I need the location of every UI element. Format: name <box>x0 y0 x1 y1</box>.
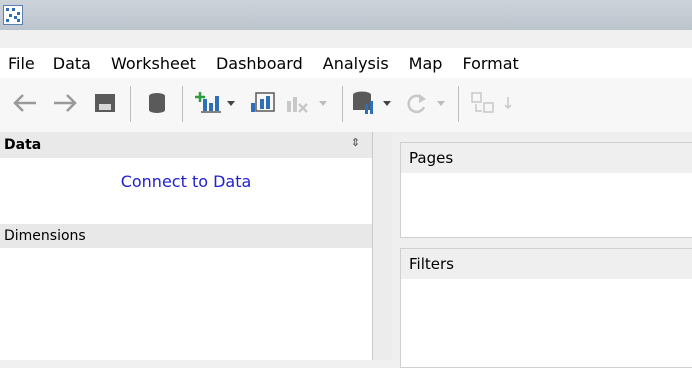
new-dashboard-icon <box>251 92 275 112</box>
app-icon <box>3 5 23 25</box>
menu-dashboard[interactable]: Dashboard <box>216 54 303 73</box>
data-pane-header: Data ⇕ <box>0 132 372 158</box>
menu-data[interactable]: Data <box>53 54 91 73</box>
back-button[interactable] <box>8 88 42 118</box>
dimensions-header: Dimensions <box>0 224 372 248</box>
new-worksheet-button[interactable] <box>192 88 238 118</box>
menu-worksheet[interactable]: Worksheet <box>111 54 196 73</box>
toolbar-separator <box>458 86 459 122</box>
filters-label: Filters <box>409 255 454 273</box>
pages-label: Pages <box>409 149 454 167</box>
down-arrow-icon <box>504 97 512 110</box>
database-icon <box>149 93 165 113</box>
data-source-icon <box>353 91 391 114</box>
clear-sheet-icon <box>287 97 327 113</box>
window-title-bar <box>0 0 692 30</box>
toolbar-separator <box>130 86 131 122</box>
save-button[interactable] <box>90 88 120 118</box>
refresh-icon <box>407 94 445 114</box>
clear-sheet-button[interactable] <box>284 88 330 118</box>
data-pane-title: Data <box>4 137 42 153</box>
forward-arrow-icon <box>54 94 77 112</box>
data-button[interactable] <box>142 88 172 118</box>
toolbar-separator <box>182 86 183 122</box>
connect-to-data-link[interactable]: Connect to Data <box>0 172 372 191</box>
data-source-button[interactable] <box>350 88 396 118</box>
filters-shelf-header: Filters <box>401 249 692 279</box>
forward-button[interactable] <box>48 88 82 118</box>
back-arrow-icon <box>13 94 36 112</box>
new-dashboard-button[interactable] <box>246 88 280 118</box>
menu-map[interactable]: Map <box>409 54 443 73</box>
filters-shelf[interactable]: Filters <box>400 248 692 368</box>
save-icon <box>95 94 115 112</box>
menu-format[interactable]: Format <box>462 54 518 73</box>
new-worksheet-icon <box>195 92 235 113</box>
toolbar-separator <box>342 86 343 122</box>
sort-icon[interactable]: ⇕ <box>351 136 360 149</box>
menu-bar: File Data Worksheet Dashboard Analysis M… <box>0 48 692 79</box>
pages-shelf-header: Pages <box>401 143 692 173</box>
pane-splitter[interactable] <box>372 132 393 360</box>
data-pane: Data ⇕ Connect to Data Dimensions <box>0 132 372 360</box>
swap-icon <box>471 92 494 113</box>
dimensions-label: Dimensions <box>4 228 86 244</box>
swap-button[interactable] <box>468 88 498 118</box>
toolbar <box>0 78 692 133</box>
menu-file[interactable]: File <box>8 54 35 73</box>
shelves-pane: Pages Filters <box>392 132 692 368</box>
menu-analysis[interactable]: Analysis <box>323 54 389 73</box>
pages-shelf[interactable]: Pages <box>400 142 692 238</box>
more-toolbar-button[interactable] <box>500 88 516 118</box>
refresh-button[interactable] <box>402 88 448 118</box>
